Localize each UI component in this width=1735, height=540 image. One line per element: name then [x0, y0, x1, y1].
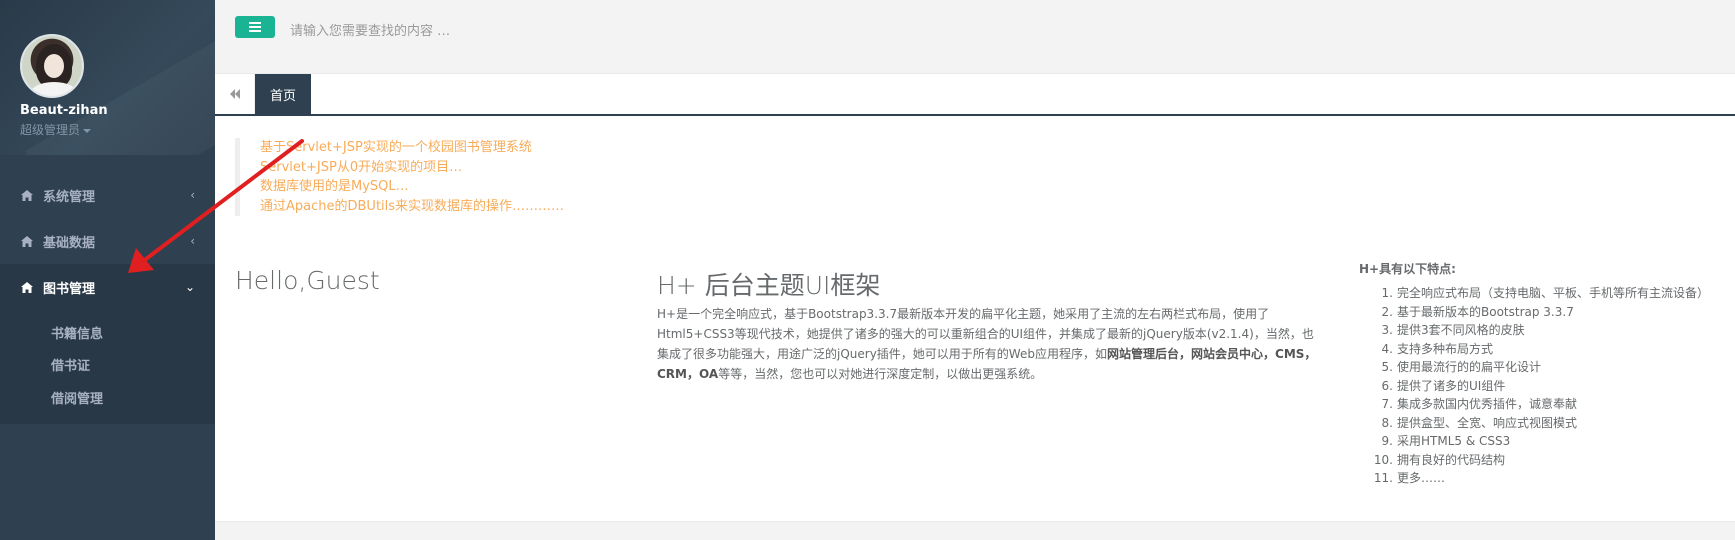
- quote-line: 基于Servlet+JSP实现的一个校园图书管理系统: [260, 140, 532, 155]
- chevron-left-icon: ‹: [190, 188, 195, 202]
- tab-bar: 首页: [215, 74, 1735, 116]
- sidebar-item-label: 图书管理: [43, 281, 96, 297]
- profile-name[interactable]: Beaut-zihan: [20, 103, 108, 118]
- features-list: 1. 完全响应式布局（支持电脑、平板、手机等所有主流设备） 2. 基于最新版本的Bo…: [1359, 284, 1709, 488]
- sidebar-item-basic-data[interactable]: 基础数据 ‹: [0, 218, 215, 264]
- sidebar-item-book-management[interactable]: 图书管理 ⌄: [0, 264, 215, 310]
- greeting-heading: Hello,Guest: [235, 266, 380, 295]
- quote-line: 数据库使用的是MySQL…: [260, 179, 409, 194]
- menu-toggle-button[interactable]: [235, 16, 275, 38]
- list-item: 10. 拥有良好的代码结构: [1373, 452, 1506, 467]
- footer: [215, 521, 1735, 540]
- profile-role-dropdown[interactable]: 超级管理员: [20, 121, 92, 138]
- list-item: 5. 使用最流行的的扁平化设计: [1381, 360, 1542, 374]
- sidebar-subitem-books[interactable]: 书籍信息: [0, 316, 215, 349]
- avatar[interactable]: [20, 34, 84, 98]
- submenu-book-management: 书籍信息 借书证 借阅管理: [0, 310, 215, 424]
- list-item: 11. 更多……: [1373, 471, 1446, 485]
- hplus-description: H+是一个完全响应式，基于Bootstrap3.3.7最新版本开发的扁平化主题，…: [657, 307, 1317, 381]
- tab-scroll-left-button[interactable]: [215, 74, 255, 114]
- sidebar-item-system[interactable]: 系统管理 ‹: [0, 172, 215, 218]
- list-item: 7. 集成多款国内优秀插件，诚意奉献: [1381, 397, 1578, 411]
- quote-line: Servlet+JSP从0开始实现的项目…: [260, 159, 463, 175]
- sidebar: Beaut-zihan 超级管理员 系统管理 ‹ 基础数据 ‹ 图书管理 ⌄ 书…: [0, 0, 215, 540]
- list-item: 1. 完全响应式布局（支持电脑、平板、手机等所有主流设备）: [1381, 286, 1710, 300]
- list-item: 4. 支持多种布局方式: [1381, 341, 1494, 356]
- sidebar-subitem-library-card[interactable]: 借书证: [0, 349, 215, 382]
- hplus-title: H+ 后台主题UI框架: [657, 271, 881, 300]
- list-item: 9. 采用HTML5 & CSS3: [1381, 434, 1511, 448]
- chevron-left-icon: ‹: [190, 234, 195, 248]
- double-chevron-left-icon: [229, 89, 240, 99]
- home-icon: [21, 189, 33, 201]
- chevron-down-icon: ⌄: [184, 280, 195, 294]
- main-content: 基于Servlet+JSP实现的一个校园图书管理系统 Servlet+JSP从0…: [215, 116, 1735, 521]
- tab-home[interactable]: 首页: [255, 74, 312, 114]
- list-item: 2. 基于最新版本的Bootstrap 3.3.7: [1381, 304, 1574, 319]
- sidebar-subitem-borrow-management[interactable]: 借阅管理: [0, 381, 215, 414]
- profile-role-label: 超级管理员: [20, 123, 81, 137]
- profile-panel: Beaut-zihan 超级管理员: [0, 0, 215, 155]
- top-navbar: 请输入您需要查找的内容 …: [215, 0, 1735, 74]
- sidebar-item-label: 系统管理: [43, 189, 96, 205]
- caret-down-icon: [83, 128, 92, 133]
- list-item: 3. 提供3套不同风格的皮肤: [1381, 323, 1525, 337]
- features-title: H+具有以下特点:: [1359, 262, 1456, 276]
- list-item: 8. 提供盒型、全宽、响应式视图模式: [1381, 415, 1578, 430]
- hamburger-icon: [249, 22, 261, 32]
- intro-blockquote: 基于Servlet+JSP实现的一个校园图书管理系统 Servlet+JSP从0…: [235, 138, 564, 216]
- sidebar-item-label: 基础数据: [43, 235, 96, 251]
- quote-line: 通过Apache的DBUtils来实现数据库的操作…………: [260, 198, 565, 214]
- search-input[interactable]: 请输入您需要查找的内容 …: [290, 20, 450, 39]
- list-item: 6. 提供了诸多的UI组件: [1381, 378, 1506, 393]
- home-icon: [21, 281, 33, 293]
- sidebar-nav: 系统管理 ‹ 基础数据 ‹ 图书管理 ⌄ 书籍信息 借书证 借阅管理: [0, 172, 215, 424]
- home-icon: [21, 235, 33, 247]
